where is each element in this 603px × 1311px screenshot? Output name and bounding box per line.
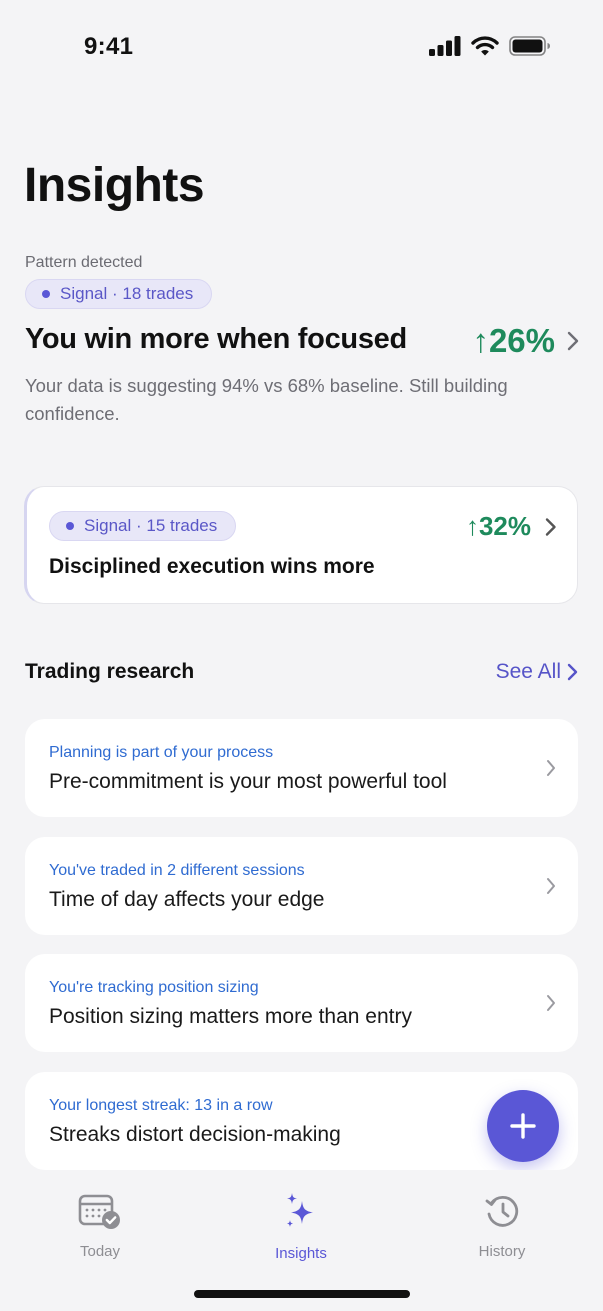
research-card-headline: Streaks distort decision-making bbox=[49, 1123, 341, 1146]
chevron-right-icon bbox=[547, 760, 555, 776]
signal-badge-text: Signal · 15 trades bbox=[84, 516, 218, 535]
signal-insight-card[interactable]: Signal · 15 trades Disciplined execution… bbox=[24, 486, 578, 604]
pattern-label: Pattern detected bbox=[25, 254, 143, 271]
research-card-headline: Time of day affects your edge bbox=[49, 888, 325, 911]
signal-badge-text: Signal · 18 trades bbox=[60, 284, 194, 303]
research-card[interactable]: You've traded in 2 different sessions Ti… bbox=[25, 837, 578, 935]
research-card-headline: Position sizing matters more than entry bbox=[49, 1005, 412, 1028]
section-title-trading-research: Trading research bbox=[25, 660, 195, 683]
research-card-subtitle: Your longest streak: 13 in a row bbox=[49, 1097, 273, 1114]
research-card-subtitle: You're tracking position sizing bbox=[49, 979, 259, 996]
see-all-label: See All bbox=[495, 660, 561, 683]
plus-icon bbox=[510, 1113, 536, 1139]
tab-label: Today bbox=[79, 1243, 121, 1260]
home-indicator bbox=[194, 1290, 410, 1298]
signal-card-delta: ↑32% bbox=[465, 511, 531, 541]
status-time: 9:41 bbox=[84, 33, 134, 60]
add-button[interactable] bbox=[487, 1090, 559, 1162]
tab-insights[interactable]: Insights bbox=[231, 1192, 371, 1262]
hero-description: Your data is suggesting 94% vs 68% basel… bbox=[25, 375, 508, 424]
signal-badge: Signal · 18 trades bbox=[25, 279, 213, 309]
tab-today[interactable]: Today bbox=[30, 1192, 170, 1260]
tab-label: Insights bbox=[275, 1245, 327, 1262]
wifi-icon bbox=[471, 36, 499, 56]
signal-card-title: Disciplined execution wins more bbox=[49, 555, 375, 578]
chevron-right-icon bbox=[567, 663, 578, 681]
calendar-check-icon bbox=[78, 1194, 120, 1229]
tab-history[interactable]: History bbox=[432, 1192, 572, 1260]
see-all-link[interactable]: See All bbox=[496, 660, 578, 684]
signal-strength-icon bbox=[429, 36, 461, 56]
battery-icon bbox=[509, 36, 550, 56]
signal-badge: Signal · 15 trades bbox=[49, 511, 237, 541]
history-icon bbox=[485, 1195, 519, 1227]
research-card-subtitle: Planning is part of your process bbox=[49, 744, 274, 761]
status-icons bbox=[429, 36, 551, 56]
research-card[interactable]: Planning is part of your process Pre-com… bbox=[25, 719, 578, 817]
tab-label: History bbox=[478, 1243, 526, 1260]
research-card-subtitle: You've traded in 2 different sessions bbox=[49, 862, 305, 879]
signal-dot-icon bbox=[66, 522, 74, 530]
chevron-right-icon bbox=[547, 995, 555, 1011]
research-card-headline: Pre-commitment is your most powerful too… bbox=[49, 770, 447, 793]
hero-insight-title[interactable]: You win more when focused bbox=[25, 323, 407, 356]
chevron-right-icon bbox=[545, 518, 556, 536]
chevron-right-icon[interactable] bbox=[567, 330, 579, 352]
page-title: Insights bbox=[24, 159, 205, 212]
research-card[interactable]: You're tracking position sizing Position… bbox=[25, 954, 578, 1052]
chevron-right-icon bbox=[547, 878, 555, 894]
status-bar: 9:41 bbox=[0, 0, 603, 100]
hero-delta: ↑26% bbox=[472, 322, 555, 359]
sparkles-icon bbox=[287, 1193, 313, 1227]
signal-dot-icon bbox=[42, 290, 50, 298]
